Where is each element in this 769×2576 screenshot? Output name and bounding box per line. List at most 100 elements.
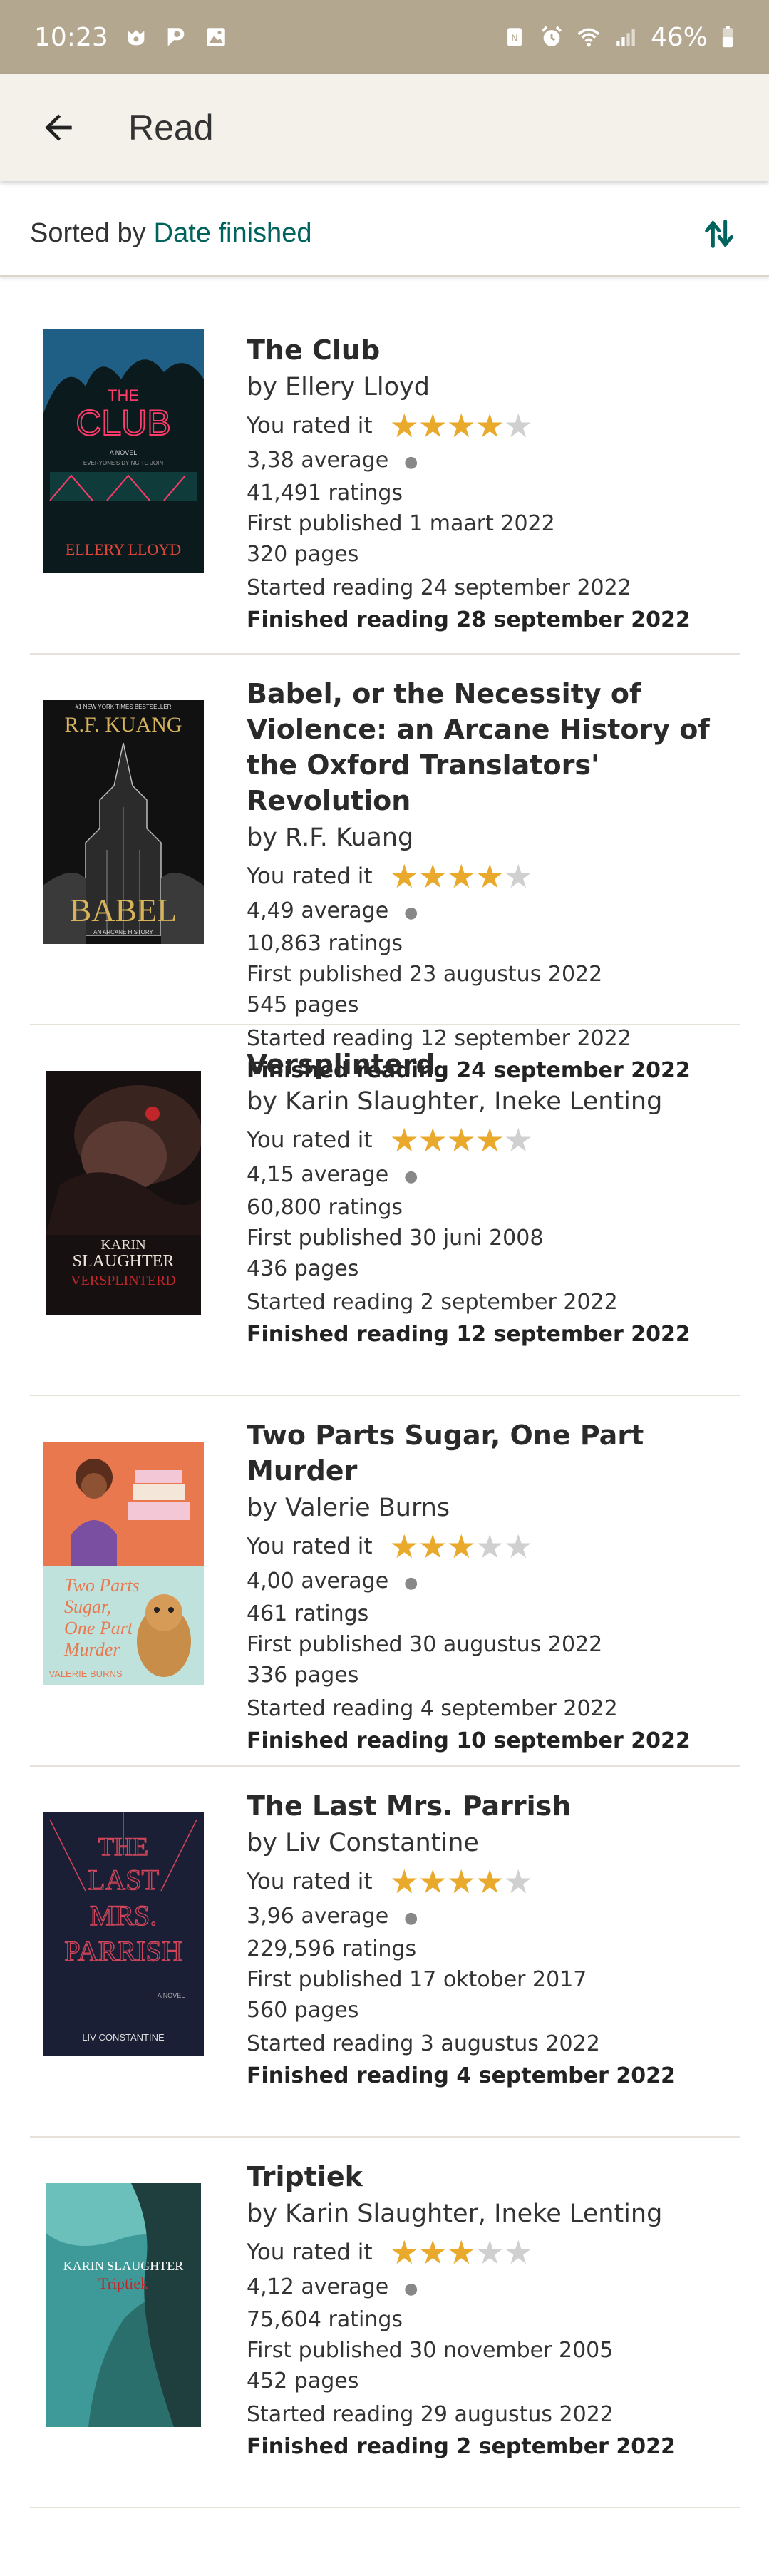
- star-filled-icon[interactable]: ★: [390, 409, 419, 442]
- book-title[interactable]: The Club: [247, 332, 740, 368]
- started-reading: Started reading 4 september 2022: [247, 1696, 618, 1721]
- separator-dot: ●: [404, 1909, 418, 1927]
- cover-author: LIV CONSTANTINE: [82, 2032, 165, 2043]
- star-empty-icon[interactable]: ★: [475, 1530, 505, 1563]
- cover-author-last: SLAUGHTER: [73, 1252, 175, 1271]
- book-title[interactable]: Versplinterd: [247, 1047, 740, 1082]
- first-published: First published 17 oktober 2017: [247, 1967, 587, 1992]
- book-list-item[interactable]: KARIN SLAUGHTER VERSPLINTERD Versplinter…: [30, 1027, 740, 1396]
- separator-dot: ●: [404, 904, 418, 922]
- star-filled-icon[interactable]: ★: [447, 860, 476, 893]
- finished-reading: Finished reading 12 september 2022: [247, 1322, 691, 1347]
- star-filled-icon[interactable]: ★: [418, 860, 448, 893]
- user-rating: You rated it ★ ★ ★ ★ ★: [247, 2233, 740, 2272]
- started-reading: Started reading 3 augustus 2022: [247, 2031, 600, 2056]
- ratings-count: 10,863 ratings: [247, 931, 403, 956]
- user-rating: You rated it ★ ★ ★ ★ ★: [247, 1862, 740, 1901]
- book-author[interactable]: by Valerie Burns: [247, 1489, 740, 1527]
- finished-reading: Finished reading 28 september 2022: [247, 607, 691, 632]
- rated-label: You rated it: [247, 1127, 373, 1153]
- svg-text:One Part: One Part: [64, 1618, 133, 1638]
- star-rating[interactable]: ★ ★ ★ ★ ★: [390, 2236, 533, 2269]
- star-empty-icon[interactable]: ★: [504, 1124, 533, 1156]
- separator-dot: ●: [404, 453, 418, 471]
- ratings-count: 461 ratings: [247, 1601, 369, 1626]
- star-empty-icon[interactable]: ★: [504, 860, 533, 893]
- book-title[interactable]: Two Parts Sugar, One Part Murder: [247, 1417, 740, 1489]
- book-list-item[interactable]: KARIN SLAUGHTER Triptiek Triptiek by Kar…: [30, 2139, 740, 2508]
- star-filled-icon[interactable]: ★: [418, 1124, 448, 1156]
- star-empty-icon[interactable]: ★: [504, 1865, 533, 1898]
- book-list-item[interactable]: THE LAST MRS. PARRISH A NOVEL LIV CONSTA…: [30, 1768, 740, 2138]
- star-filled-icon[interactable]: ★: [447, 409, 476, 442]
- star-empty-icon[interactable]: ★: [504, 409, 533, 442]
- sort-arrows-icon: [705, 220, 733, 248]
- star-filled-icon[interactable]: ★: [447, 1530, 476, 1563]
- star-filled-icon[interactable]: ★: [475, 409, 505, 442]
- finished-reading: Finished reading 10 september 2022: [247, 1728, 691, 1753]
- star-filled-icon[interactable]: ★: [418, 2236, 448, 2269]
- star-rating[interactable]: ★ ★ ★ ★ ★: [390, 1865, 533, 1898]
- finished-reading: Finished reading 4 september 2022: [247, 2063, 676, 2088]
- book-title[interactable]: The Last Mrs. Parrish: [247, 1788, 740, 1824]
- star-empty-icon[interactable]: ★: [504, 2236, 533, 2269]
- star-empty-icon[interactable]: ★: [504, 1530, 533, 1563]
- sort-order-button[interactable]: [698, 212, 740, 255]
- book-list-item[interactable]: Two Parts Sugar, One Part Murder Two Par…: [30, 1397, 740, 1767]
- battery-percent: 46%: [650, 22, 708, 52]
- star-rating[interactable]: ★ ★ ★ ★ ★: [390, 860, 533, 893]
- star-filled-icon[interactable]: ★: [447, 2236, 476, 2269]
- rated-label: You rated it: [247, 1869, 373, 1894]
- book-author[interactable]: by Ellery Lloyd: [247, 368, 740, 406]
- book-author[interactable]: by Karin Slaughter, Ineke Lenting: [247, 1082, 740, 1121]
- book-list-item[interactable]: #1 NEW YORK TIMES BESTSELLER R.F. KUANG …: [30, 656, 740, 1083]
- star-filled-icon[interactable]: ★: [390, 2236, 419, 2269]
- star-filled-icon[interactable]: ★: [390, 1530, 419, 1563]
- arrow-left-icon: [45, 114, 72, 141]
- book-title[interactable]: Triptiek: [247, 2159, 740, 2195]
- image-icon: [204, 25, 228, 49]
- star-filled-icon[interactable]: ★: [475, 1865, 505, 1898]
- book-cover[interactable]: THE LAST MRS. PARRISH A NOVEL LIV CONSTA…: [43, 1812, 204, 2056]
- started-reading: Started reading 24 september 2022: [247, 575, 631, 600]
- star-filled-icon[interactable]: ★: [390, 860, 419, 893]
- star-filled-icon[interactable]: ★: [447, 1124, 476, 1156]
- rated-label: You rated it: [247, 1534, 373, 1559]
- book-author[interactable]: by Liv Constantine: [247, 1824, 740, 1862]
- started-reading: Started reading 29 augustus 2022: [247, 2402, 614, 2427]
- cover-title: VERSPLINTERD: [71, 1273, 176, 1288]
- star-rating[interactable]: ★ ★ ★ ★ ★: [390, 409, 533, 442]
- sort-field-link[interactable]: Date finished: [154, 218, 312, 249]
- star-filled-icon[interactable]: ★: [475, 1124, 505, 1156]
- user-rating: You rated it ★ ★ ★ ★ ★: [247, 1121, 740, 1159]
- book-author[interactable]: by R.F. Kuang: [247, 819, 740, 857]
- star-rating[interactable]: ★ ★ ★ ★ ★: [390, 1530, 533, 1563]
- star-filled-icon[interactable]: ★: [447, 1865, 476, 1898]
- ratings-count: 75,604 ratings: [247, 2307, 403, 2332]
- separator-dot: ●: [404, 1168, 418, 1186]
- book-cover[interactable]: KARIN SLAUGHTER VERSPLINTERD: [46, 1071, 201, 1315]
- star-filled-icon[interactable]: ★: [390, 1124, 419, 1156]
- star-filled-icon[interactable]: ★: [390, 1865, 419, 1898]
- star-filled-icon[interactable]: ★: [418, 1865, 448, 1898]
- book-cover[interactable]: Two Parts Sugar, One Part Murder Two Par…: [43, 1442, 204, 1685]
- book-author[interactable]: by Karin Slaughter, Ineke Lenting: [247, 2195, 740, 2233]
- sort-prefix-label: Sorted by: [30, 217, 146, 248]
- star-rating[interactable]: ★ ★ ★ ★ ★: [390, 1124, 533, 1156]
- book-cover[interactable]: THE CLUB A NOVEL EVERYONE'S DYING TO JOI…: [43, 329, 204, 573]
- first-published: First published 30 juni 2008: [247, 1226, 544, 1251]
- nfc-icon: N: [502, 25, 527, 49]
- star-filled-icon[interactable]: ★: [418, 1530, 448, 1563]
- page-count: 452 pages: [247, 2369, 359, 2393]
- book-list-item[interactable]: THE CLUB A NOVEL EVERYONE'S DYING TO JOI…: [30, 314, 740, 655]
- book-title[interactable]: Babel, or the Necessity of Violence: an …: [247, 676, 740, 819]
- cover-top-line: #1 NEW YORK TIMES BESTSELLER: [76, 704, 172, 710]
- back-button[interactable]: [26, 95, 91, 160]
- first-published: First published 1 maart 2022: [247, 511, 555, 536]
- book-cover[interactable]: KARIN SLAUGHTER Triptiek: [46, 2183, 201, 2427]
- book-cover[interactable]: #1 NEW YORK TIMES BESTSELLER R.F. KUANG …: [43, 700, 204, 944]
- star-filled-icon[interactable]: ★: [418, 409, 448, 442]
- cover-line4: PARRISH: [64, 1935, 182, 1967]
- star-filled-icon[interactable]: ★: [475, 860, 505, 893]
- star-empty-icon[interactable]: ★: [475, 2236, 505, 2269]
